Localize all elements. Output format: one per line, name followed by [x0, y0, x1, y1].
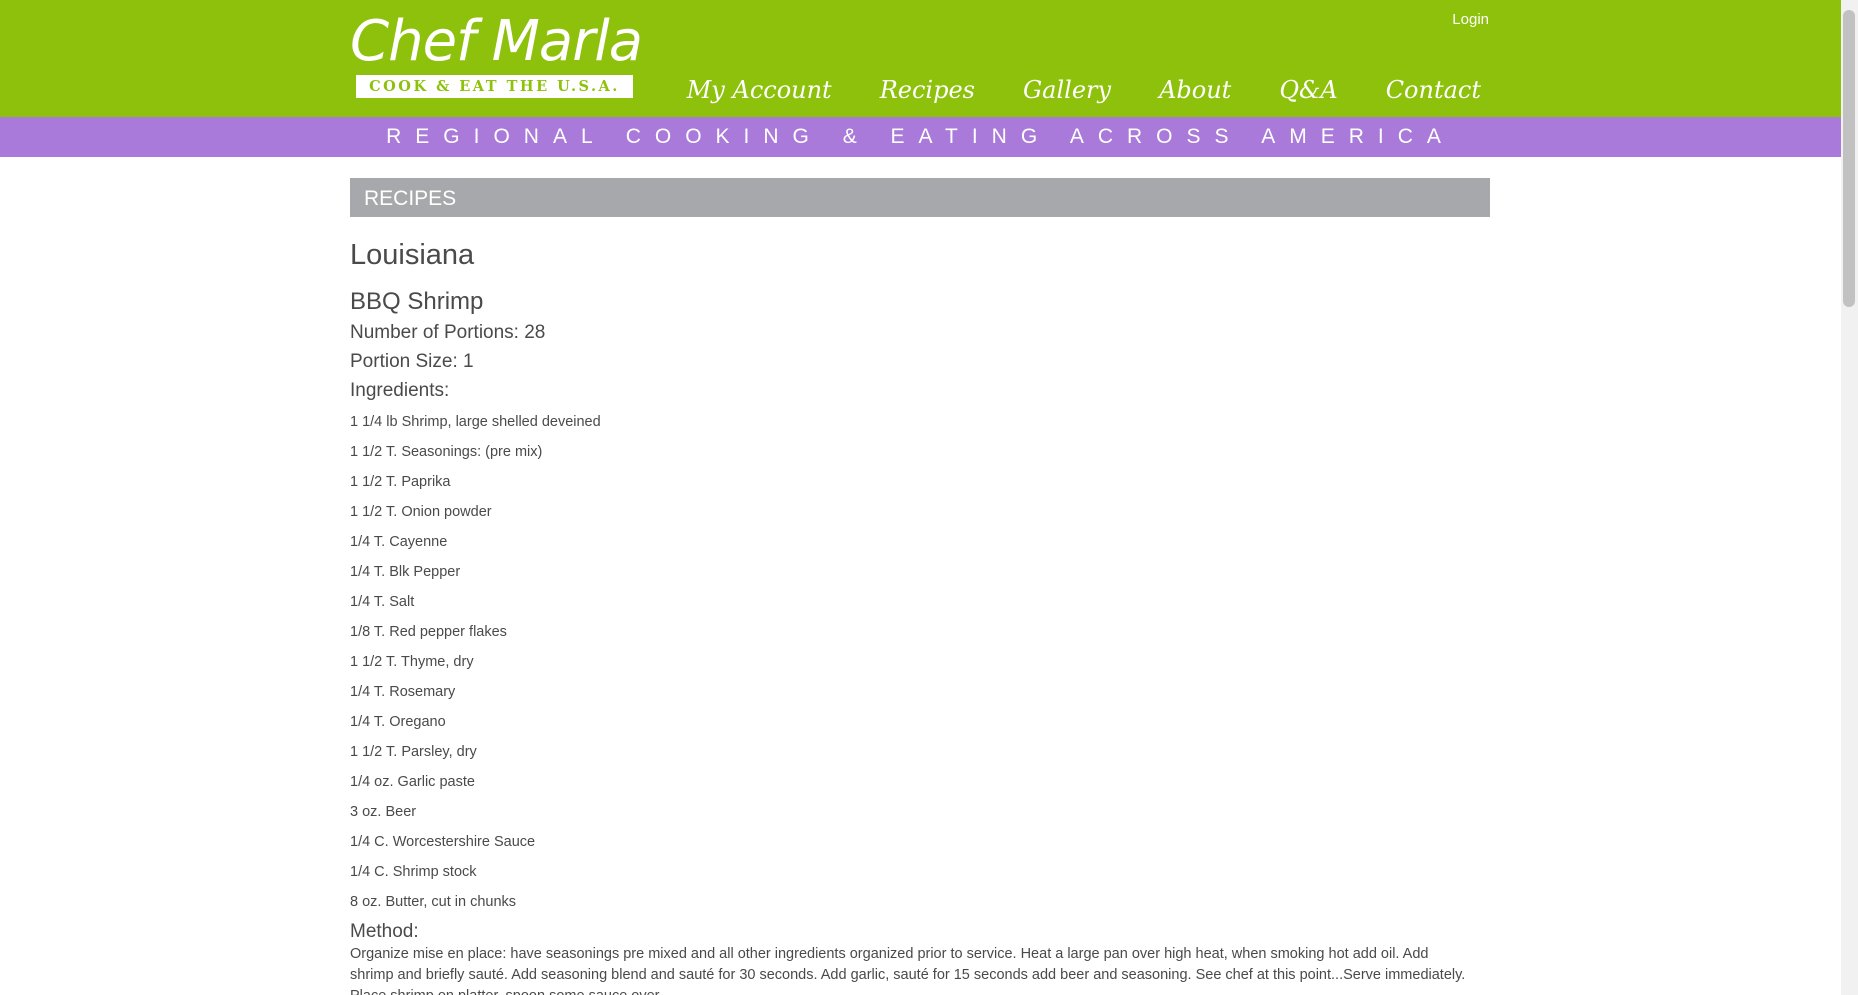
ingredient-item: 1/4 T. Blk Pepper: [350, 564, 461, 580]
recipe-region: Louisiana: [350, 239, 475, 271]
ingredient-item: 1/4 oz. Garlic paste: [350, 774, 475, 790]
nav-contact[interactable]: Contact: [1386, 70, 1481, 110]
ingredient-item: 1/4 T. Oregano: [350, 714, 446, 730]
method-text: Organize mise en place: have seasonings …: [350, 946, 1466, 995]
main-nav: My Account Recipes Gallery About Q&A Con…: [639, 70, 1481, 110]
portions-count: Number of Portions: 28: [350, 322, 546, 343]
page: Chef Marla COOK & EAT THE U.S.A. Login M…: [0, 0, 1841, 995]
main-content: RECIPES Louisiana BBQ Shrimp Number of P…: [350, 178, 1490, 995]
ingredient-item: 1/8 T. Red pepper flakes: [350, 624, 507, 640]
ingredient-item: 1/4 C. Shrimp stock: [350, 864, 477, 880]
ingredient-item: 1 1/2 T. Parsley, dry: [350, 744, 477, 760]
scrollbar-thumb[interactable]: [1843, 10, 1855, 307]
ingredient-item: 1/4 C. Worcestershire Sauce: [350, 834, 536, 850]
logo-title: Chef Marla: [350, 9, 643, 74]
site-logo[interactable]: Chef Marla COOK & EAT THE U.S.A.: [350, 8, 643, 100]
ingredient-item: 1 1/4 lb Shrimp, large shelled deveined: [350, 414, 601, 430]
portion-size: Portion Size: 1: [350, 351, 474, 372]
vertical-scrollbar[interactable]: [1841, 0, 1858, 995]
ingredient-item: 1/4 T. Rosemary: [350, 684, 456, 700]
nav-recipes[interactable]: Recipes: [880, 70, 975, 110]
ingredients-list: 1 1/4 lb Shrimp, large shelled deveined …: [350, 407, 1490, 917]
ingredient-item: 3 oz. Beer: [350, 804, 417, 820]
login-link[interactable]: Login: [1452, 10, 1489, 30]
tagline-band: REGIONAL COOKING & EATING ACROSS AMERICA: [0, 117, 1841, 157]
ingredient-item: 1 1/2 T. Paprika: [350, 474, 451, 490]
site-tagline: REGIONAL COOKING & EATING ACROSS AMERICA: [386, 125, 1455, 148]
ingredient-item: 1 1/2 T. Seasonings: (pre mix): [350, 444, 543, 460]
ingredient-item: 8 oz. Butter, cut in chunks: [350, 894, 517, 910]
ingredient-item: 1 1/2 T. Onion powder: [350, 504, 492, 520]
nav-about[interactable]: About: [1159, 70, 1231, 110]
ingredient-item: 1/4 T. Salt: [350, 594, 415, 610]
nav-my-account[interactable]: My Account: [687, 70, 832, 110]
logo-subtitle: COOK & EAT THE U.S.A.: [356, 75, 633, 98]
ingredient-item: 1/4 T. Cayenne: [350, 534, 448, 550]
ingredients-label: Ingredients:: [350, 380, 450, 401]
nav-qa[interactable]: Q&A: [1279, 70, 1337, 110]
recipe-title: BBQ Shrimp: [350, 288, 484, 315]
method-label: Method:: [350, 921, 419, 942]
site-header: Chef Marla COOK & EAT THE U.S.A. Login M…: [0, 0, 1841, 117]
nav-gallery[interactable]: Gallery: [1023, 70, 1111, 110]
ingredient-item: 1 1/2 T. Thyme, dry: [350, 654, 474, 670]
section-header: RECIPES: [350, 178, 1490, 217]
